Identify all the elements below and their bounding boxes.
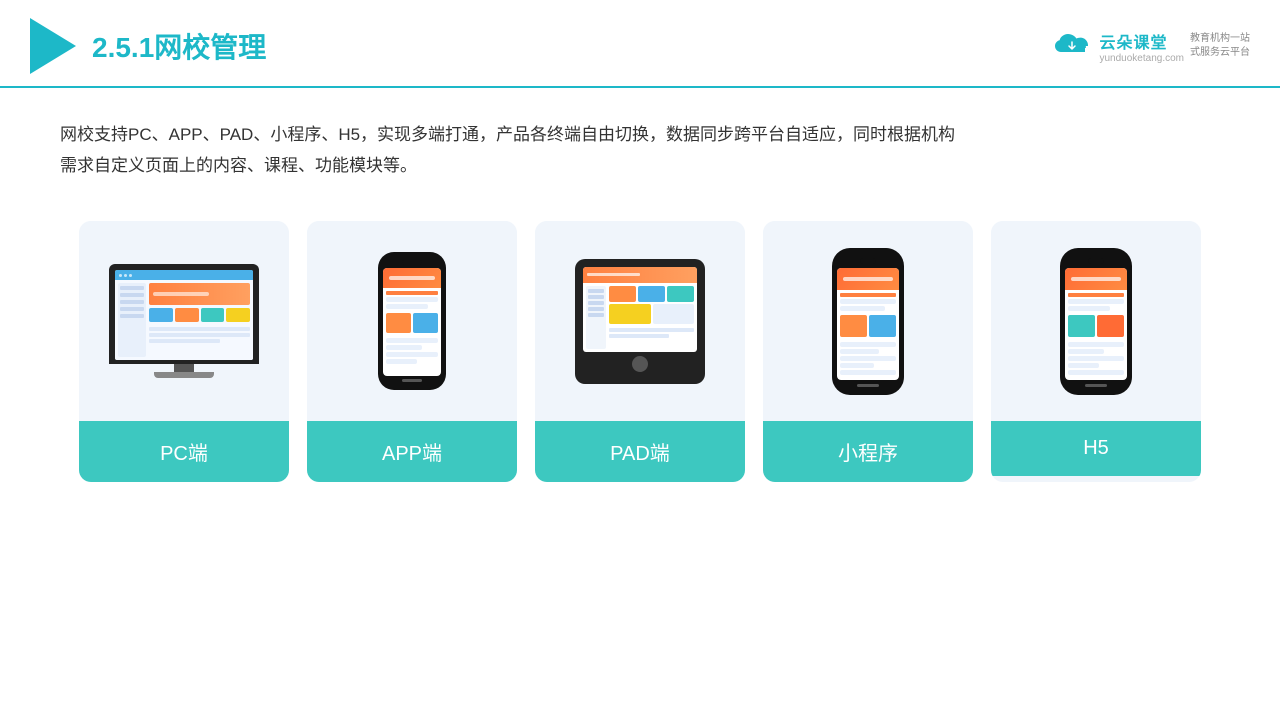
description-line1: 网校支持PC、APP、PAD、小程序、H5，实现多端打通，产品各终端自由切换，数… bbox=[60, 120, 1220, 151]
description-line2: 需求自定义页面上的内容、课程、功能模块等。 bbox=[60, 151, 1220, 182]
description-block: 网校支持PC、APP、PAD、小程序、H5，实现多端打通，产品各终端自由切换，数… bbox=[0, 88, 1280, 201]
page-title: 2.5.1网校管理 bbox=[92, 26, 266, 66]
card-pc-label: PC端 bbox=[79, 421, 289, 482]
card-pad-image bbox=[535, 221, 745, 421]
miniprogram-phone-mockup bbox=[832, 248, 904, 395]
card-pc-image bbox=[79, 221, 289, 421]
header: 2.5.1网校管理 云朵课堂 yunduoketang.com 教育机构一站式服… bbox=[0, 0, 1280, 88]
card-app-image bbox=[307, 221, 517, 421]
platform-cards: PC端 bbox=[0, 201, 1280, 512]
title-number: 2.5.1 bbox=[92, 32, 154, 63]
card-h5-label: H5 bbox=[991, 421, 1201, 476]
app-phone-mockup bbox=[378, 252, 446, 390]
logo-name: 云朵课堂 yunduoketang.com bbox=[1099, 29, 1184, 64]
title-text: 网校管理 bbox=[154, 32, 266, 63]
card-miniprogram-label: 小程序 bbox=[763, 421, 973, 482]
brand-logo: 云朵课堂 yunduoketang.com 教育机构一站式服务云平台 bbox=[1051, 29, 1250, 64]
h5-phone-mockup bbox=[1060, 248, 1132, 395]
cloud-icon bbox=[1051, 32, 1093, 60]
card-h5[interactable]: H5 bbox=[991, 221, 1201, 482]
card-miniprogram-image bbox=[763, 221, 973, 421]
card-app-label: APP端 bbox=[307, 421, 517, 482]
card-pc[interactable]: PC端 bbox=[79, 221, 289, 482]
play-icon bbox=[30, 18, 76, 74]
card-pad[interactable]: PAD端 bbox=[535, 221, 745, 482]
logo-tagline: 教育机构一站式服务云平台 bbox=[1190, 32, 1250, 60]
cloud-logo-container: 云朵课堂 yunduoketang.com 教育机构一站式服务云平台 bbox=[1051, 29, 1250, 64]
pc-mockup bbox=[109, 264, 259, 378]
card-h5-image bbox=[991, 221, 1201, 421]
header-left: 2.5.1网校管理 bbox=[30, 18, 266, 74]
card-pad-label: PAD端 bbox=[535, 421, 745, 482]
card-miniprogram[interactable]: 小程序 bbox=[763, 221, 973, 482]
card-app[interactable]: APP端 bbox=[307, 221, 517, 482]
pad-tablet-mockup bbox=[575, 259, 705, 384]
